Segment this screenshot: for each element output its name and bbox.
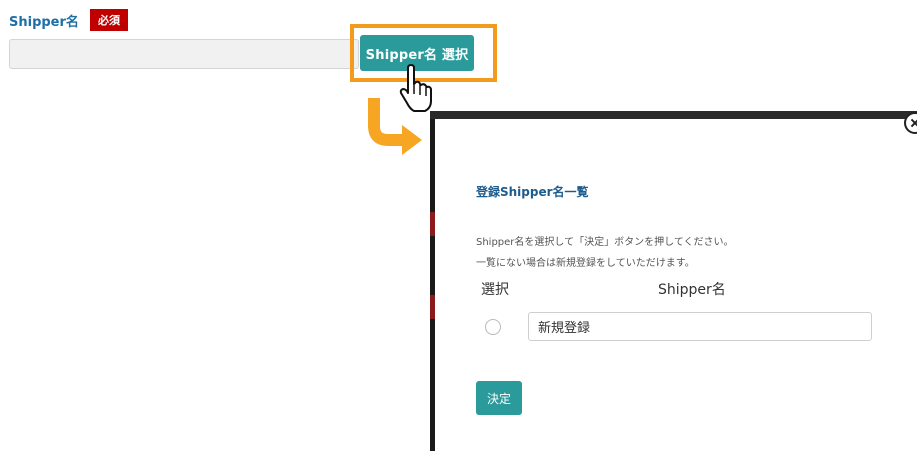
shipper-label: Shipper名 (9, 15, 79, 30)
shipper-name-field[interactable]: 新規登録 (528, 312, 872, 341)
instruction-text: 一覧にない場合は新規登録をしていただけます。 (476, 258, 695, 269)
background-marker (430, 295, 435, 319)
column-header-shipper: Shipper名 (658, 282, 726, 298)
modal-backdrop-edge (430, 111, 435, 451)
modal-backdrop-top (430, 111, 917, 119)
select-radio[interactable] (485, 319, 501, 335)
column-header-select: 選択 (481, 282, 509, 298)
background-marker (430, 212, 435, 236)
instruction-text: Shipper名を選択して「決定」ボタンを押してください。 (476, 237, 734, 248)
decide-button[interactable]: 決定 (476, 381, 522, 415)
curved-arrow-icon (368, 98, 422, 155)
modal-title: 登録Shipper名一覧 (476, 185, 589, 199)
shipper-input[interactable] (9, 39, 359, 69)
required-badge: 必須 (90, 9, 128, 31)
